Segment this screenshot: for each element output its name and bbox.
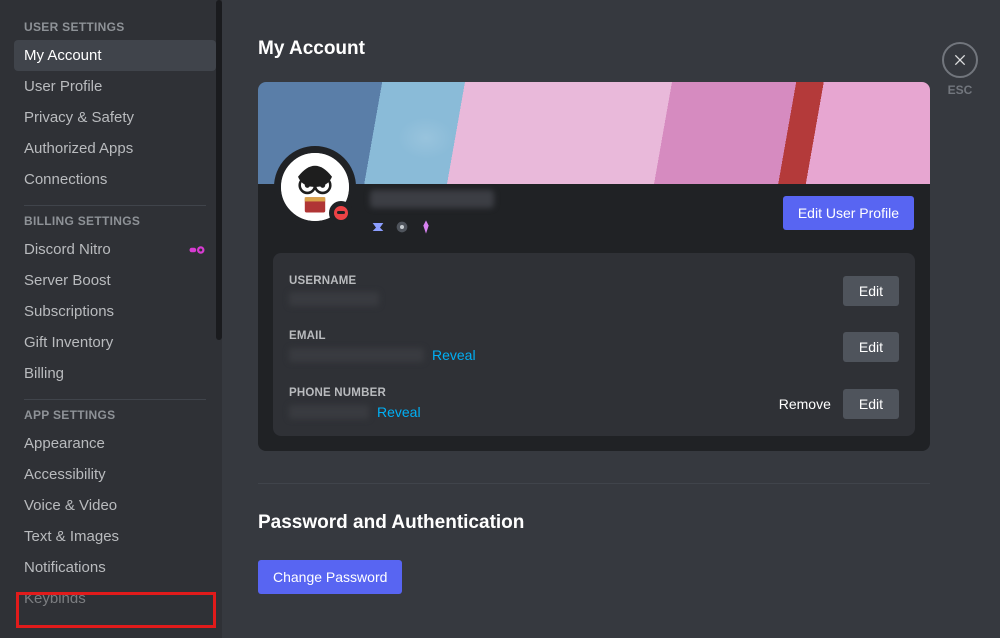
- sidebar-item-accessibility[interactable]: Accessibility: [14, 459, 216, 490]
- nitro-icon: [188, 243, 206, 257]
- profile-card: Edit User Profile USERNAME Edit: [258, 82, 930, 451]
- sidebar-item-appearance[interactable]: Appearance: [14, 428, 216, 459]
- field-email: EMAIL Reveal Edit: [289, 324, 899, 381]
- sidebar-item-privacy-safety[interactable]: Privacy & Safety: [14, 102, 216, 133]
- sidebar-divider: [24, 399, 206, 400]
- edit-user-profile-button[interactable]: Edit User Profile: [783, 196, 914, 230]
- sidebar-item-billing[interactable]: Billing: [14, 358, 216, 389]
- section-header-user-settings: USER SETTINGS: [24, 20, 216, 34]
- display-name-redacted: [370, 190, 494, 208]
- sidebar-item-notifications[interactable]: Notifications: [14, 552, 216, 583]
- sidebar-item-label: Privacy & Safety: [24, 109, 134, 126]
- profile-banner: [258, 82, 930, 184]
- field-label: USERNAME: [289, 275, 843, 287]
- section-header-app-settings: APP SETTINGS: [24, 408, 216, 422]
- sidebar-item-label: My Account: [24, 47, 102, 64]
- sidebar-item-label: Voice & Video: [24, 497, 117, 514]
- status-dnd-icon: [329, 201, 353, 225]
- settings-sidebar: USER SETTINGS My Account User Profile Pr…: [0, 0, 222, 638]
- edit-email-button[interactable]: Edit: [843, 332, 899, 362]
- sidebar-divider: [24, 205, 206, 206]
- hypesquad-badge-icon: [370, 219, 386, 235]
- sidebar-item-server-boost[interactable]: Server Boost: [14, 265, 216, 296]
- sidebar-item-subscriptions[interactable]: Subscriptions: [14, 296, 216, 327]
- field-phone: PHONE NUMBER Reveal Remove Edit: [289, 381, 899, 426]
- close-icon: [952, 52, 968, 68]
- sidebar-item-discord-nitro[interactable]: Discord Nitro: [14, 234, 216, 265]
- profile-badges: [370, 219, 494, 235]
- sidebar-item-label: Notifications: [24, 559, 106, 576]
- active-developer-badge-icon: [394, 219, 410, 235]
- password-section-title: Password and Authentication: [258, 512, 930, 534]
- email-redacted: [289, 348, 424, 362]
- close-button[interactable]: [942, 42, 978, 78]
- field-label: EMAIL: [289, 330, 843, 342]
- sidebar-item-label: Appearance: [24, 435, 105, 452]
- page-title: My Account: [258, 38, 930, 60]
- change-password-button[interactable]: Change Password: [258, 560, 402, 594]
- sidebar-item-text-images[interactable]: Text & Images: [14, 521, 216, 552]
- field-label: PHONE NUMBER: [289, 387, 767, 399]
- sidebar-item-label: Connections: [24, 171, 107, 188]
- section-header-billing-settings: BILLING SETTINGS: [24, 214, 216, 228]
- reveal-email-link[interactable]: Reveal: [432, 347, 476, 363]
- edit-phone-button[interactable]: Edit: [843, 389, 899, 419]
- account-info-box: USERNAME Edit EMAIL Reveal: [273, 253, 915, 436]
- remove-phone-button[interactable]: Remove: [767, 389, 843, 419]
- field-username: USERNAME Edit: [289, 269, 899, 324]
- sidebar-item-my-account[interactable]: My Account: [14, 40, 216, 71]
- sidebar-item-authorized-apps[interactable]: Authorized Apps: [14, 133, 216, 164]
- settings-content: ESC My Account: [222, 0, 1000, 638]
- sidebar-item-label: Text & Images: [24, 528, 119, 545]
- sidebar-item-keybinds[interactable]: Keybinds: [14, 583, 216, 614]
- sidebar-item-label: Authorized Apps: [24, 140, 133, 157]
- content-divider: [258, 483, 930, 484]
- sidebar-item-label: Accessibility: [24, 466, 106, 483]
- sidebar-item-label: Gift Inventory: [24, 334, 113, 351]
- sidebar-item-label: User Profile: [24, 78, 102, 95]
- sidebar-item-label: Discord Nitro: [24, 241, 111, 258]
- sidebar-item-label: Server Boost: [24, 272, 111, 289]
- sidebar-item-user-profile[interactable]: User Profile: [14, 71, 216, 102]
- edit-username-button[interactable]: Edit: [843, 276, 899, 306]
- sidebar-item-label: Billing: [24, 365, 64, 382]
- username-redacted: [289, 292, 379, 306]
- avatar-container: [274, 146, 356, 228]
- sidebar-item-gift-inventory[interactable]: Gift Inventory: [14, 327, 216, 358]
- sidebar-item-voice-video[interactable]: Voice & Video: [14, 490, 216, 521]
- sidebar-item-connections[interactable]: Connections: [14, 164, 216, 195]
- nitro-badge-icon: [418, 219, 434, 235]
- reveal-phone-link[interactable]: Reveal: [377, 404, 421, 420]
- phone-redacted: [289, 405, 369, 419]
- esc-label: ESC: [948, 83, 973, 97]
- sidebar-item-label: Keybinds: [24, 590, 86, 607]
- sidebar-item-label: Subscriptions: [24, 303, 114, 320]
